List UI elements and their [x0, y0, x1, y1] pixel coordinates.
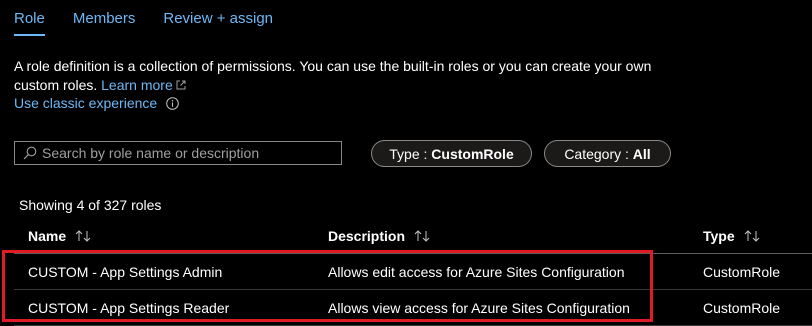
category-filter-label: Category : — [564, 145, 629, 162]
sort-icon — [414, 229, 430, 242]
learn-more-label: Learn more — [101, 77, 173, 93]
role-name: CUSTOM - App Settings Reader — [28, 299, 230, 316]
results-count: Showing 4 of 327 roles — [19, 197, 162, 213]
tab-role[interactable]: Role — [14, 0, 45, 36]
sort-icon — [75, 229, 91, 242]
table-row[interactable]: CUSTOM - App Settings Reader Allows view… — [14, 290, 812, 326]
type-filter[interactable]: Type : CustomRole — [371, 140, 532, 167]
column-header-description[interactable]: Description — [328, 228, 432, 244]
role-description-cell: Allows edit access for Azure Sites Confi… — [328, 263, 625, 280]
external-link-icon — [176, 80, 186, 90]
type-filter-label: Type : — [389, 145, 428, 162]
tab-members-label: Members — [72, 10, 136, 27]
table-row[interactable]: CUSTOM - App Settings Admin Allows edit … — [14, 254, 812, 290]
tab-members[interactable]: Members — [73, 0, 136, 36]
column-header-type-label: Type — [703, 227, 735, 244]
tab-review-assign-label: Review + assign — [163, 10, 274, 27]
role-description: A role definition is a collection of per… — [14, 57, 694, 95]
classic-experience-link[interactable]: Use classic experience — [14, 95, 157, 111]
tab-bar: Role Members Review + assign — [14, 0, 301, 36]
column-header-name-label: Name — [28, 227, 67, 244]
tab-role-label: Role — [14, 10, 45, 27]
tab-review-assign[interactable]: Review + assign — [163, 0, 273, 36]
category-filter-value: All — [632, 145, 651, 162]
table-header: Name Description Type — [14, 218, 812, 254]
role-description-cell: Allows view access for Azure Sites Confi… — [328, 299, 630, 316]
search-box — [14, 141, 342, 165]
role-type: CustomRole — [703, 263, 781, 280]
type-filter-value: CustomRole — [431, 145, 514, 162]
classic-experience: Use classic experience — [14, 95, 179, 111]
role-name: CUSTOM - App Settings Admin — [28, 263, 223, 280]
search-input[interactable] — [42, 145, 332, 161]
column-header-name[interactable]: Name — [28, 228, 93, 244]
role-type: CustomRole — [703, 299, 781, 316]
learn-more-link[interactable]: Learn more — [101, 77, 186, 93]
search-icon — [23, 146, 37, 160]
column-header-description-label: Description — [328, 227, 406, 244]
info-icon[interactable] — [166, 96, 179, 110]
column-header-type[interactable]: Type — [703, 228, 762, 244]
roles-table: Name Description Type CUSTOM - App Setti… — [14, 218, 812, 326]
category-filter[interactable]: Category : All — [544, 140, 671, 167]
sort-icon — [744, 229, 759, 242]
